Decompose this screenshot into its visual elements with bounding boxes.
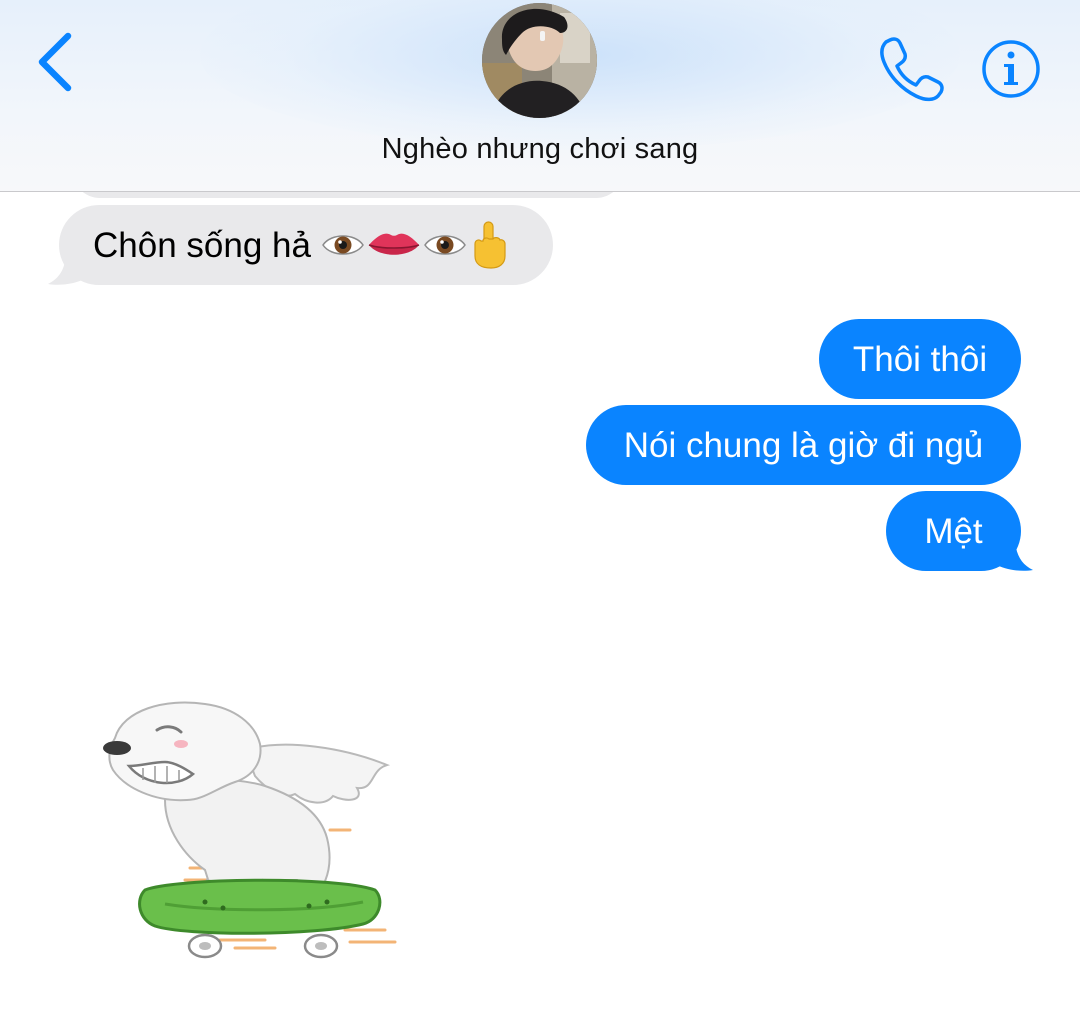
avatar-photo-icon — [482, 3, 597, 118]
chat-screen: Chôn sống hả Thôi thôi Nói chung là giờ … — [0, 0, 1080, 1028]
middle-finger-emoji-icon — [474, 221, 506, 269]
message-text: Thôi thôi — [852, 339, 988, 379]
info-icon[interactable] — [980, 38, 1042, 100]
eye-emoji-icon — [322, 235, 364, 255]
outgoing-message[interactable]: Nói chung là giờ đi ngủ — [586, 405, 1021, 485]
eye-emoji-icon — [424, 235, 466, 255]
lips-emoji-icon — [368, 233, 420, 255]
message-text: Chôn sống hả — [93, 225, 311, 265]
chevron-left-icon[interactable] — [30, 30, 80, 94]
outgoing-message[interactable]: Thôi thôi — [819, 319, 1021, 399]
contact-avatar[interactable] — [482, 3, 597, 118]
outgoing-bubble-tail — [995, 536, 1033, 571]
contact-name[interactable]: Nghèo nhưng chơi sang — [0, 133, 1080, 166]
dog-skateboard-sticker-icon[interactable] — [95, 690, 405, 970]
incoming-message[interactable]: Chôn sống hả — [59, 205, 553, 285]
message-text: Nói chung là giờ đi ngủ — [623, 425, 984, 465]
message-text: Mệt — [924, 511, 983, 551]
emoji-row — [321, 220, 509, 270]
phone-icon[interactable] — [876, 34, 944, 102]
conversation-header: Nghèo nhưng chơi sang — [0, 0, 1080, 192]
